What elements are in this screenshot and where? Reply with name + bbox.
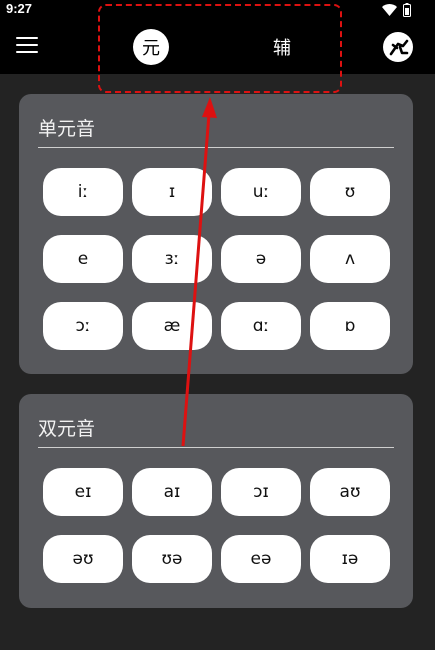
phoneme-button[interactable]: ə xyxy=(221,235,301,283)
app-screen: 9:27 元 辅 单元音 iː ɪ uː ʊ e ɜː ə ʌ ɔː æ ɑː … xyxy=(0,0,435,650)
monophthong-section: 单元音 iː ɪ uː ʊ e ɜː ə ʌ ɔː æ ɑː ɒ xyxy=(19,94,413,374)
phoneme-button[interactable]: eə xyxy=(221,535,301,583)
phoneme-button[interactable]: ɜː xyxy=(132,235,212,283)
annotation-highlight-box xyxy=(98,4,342,93)
phoneme-button[interactable]: ɑː xyxy=(221,302,301,350)
phoneme-button[interactable]: ɪ xyxy=(132,168,212,216)
phoneme-button[interactable]: ʊ xyxy=(310,168,390,216)
phoneme-button[interactable]: ɒ xyxy=(310,302,390,350)
section-divider xyxy=(38,147,394,148)
phoneme-button[interactable]: uː xyxy=(221,168,301,216)
phoneme-button[interactable]: iː xyxy=(43,168,123,216)
phoneme-button[interactable]: ɪə xyxy=(310,535,390,583)
runner-logo-icon xyxy=(389,39,409,56)
status-icons xyxy=(382,3,411,17)
phoneme-button[interactable]: əʊ xyxy=(43,535,123,583)
phoneme-button[interactable]: ɔː xyxy=(43,302,123,350)
phoneme-button[interactable]: æ xyxy=(132,302,212,350)
battery-icon xyxy=(403,3,411,17)
status-time: 9:27 xyxy=(6,1,33,16)
phoneme-button[interactable]: aɪ xyxy=(132,468,212,516)
wifi-icon xyxy=(382,4,397,16)
diphthong-section: 双元音 eɪ aɪ ɔɪ aʊ əʊ ʊə eə ɪə xyxy=(19,394,413,608)
section-title: 单元音 xyxy=(38,118,96,140)
phoneme-button[interactable]: ɔɪ xyxy=(221,468,301,516)
phoneme-button[interactable]: eɪ xyxy=(43,468,123,516)
phoneme-button[interactable]: aʊ xyxy=(310,468,390,516)
phoneme-grid: iː ɪ uː ʊ e ɜː ə ʌ ɔː æ ɑː ɒ xyxy=(43,168,390,350)
phoneme-grid: eɪ aɪ ɔɪ aʊ əʊ ʊə eə ɪə xyxy=(43,468,390,583)
phoneme-button[interactable]: e xyxy=(43,235,123,283)
section-title: 双元音 xyxy=(38,418,96,440)
app-logo-icon[interactable] xyxy=(383,32,413,62)
menu-icon[interactable] xyxy=(16,37,38,55)
phoneme-button[interactable]: ʊə xyxy=(132,535,212,583)
section-divider xyxy=(38,447,394,448)
phoneme-button[interactable]: ʌ xyxy=(310,235,390,283)
